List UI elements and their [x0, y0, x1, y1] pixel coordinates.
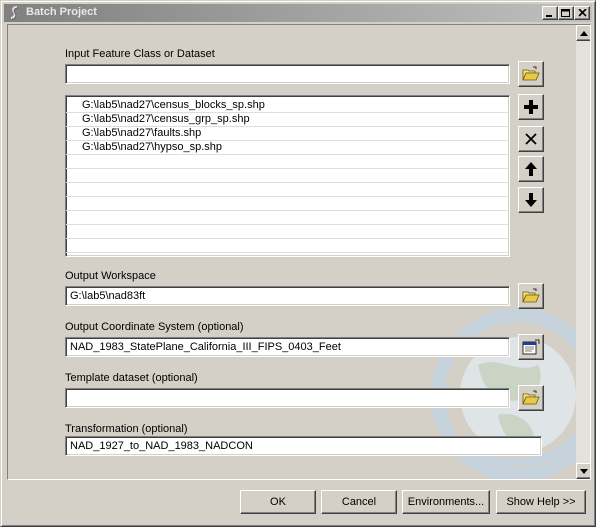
move-down-button[interactable] — [518, 187, 544, 213]
remove-item-button[interactable] — [518, 126, 544, 152]
output-workspace-field[interactable]: G:\lab5\nad83ft — [65, 286, 510, 306]
show-help-button[interactable]: Show Help >> — [496, 490, 586, 514]
list-item[interactable]: G:\lab5\nad27\census_grp_sp.shp — [66, 113, 509, 127]
list-item-empty — [66, 211, 509, 225]
maximize-icon — [561, 8, 570, 17]
output-workspace-label: Output Workspace — [65, 270, 156, 282]
minimize-button[interactable] — [542, 6, 558, 20]
move-up-icon — [525, 162, 537, 176]
template-dataset-label: Template dataset (optional) — [65, 372, 198, 384]
move-up-button[interactable] — [518, 156, 544, 182]
input-field[interactable] — [65, 64, 510, 84]
list-item-empty — [66, 197, 509, 211]
transformation-field[interactable]: NAD_1927_to_NAD_1983_NADCON — [65, 436, 542, 456]
remove-icon — [525, 133, 537, 145]
scroll-down-button[interactable] — [576, 463, 590, 479]
list-item-empty — [66, 225, 509, 239]
close-icon — [577, 9, 587, 17]
spatial-reference-properties-icon — [522, 339, 540, 355]
close-button[interactable] — [574, 6, 590, 20]
list-item-empty — [66, 183, 509, 197]
ok-button[interactable]: OK — [240, 490, 316, 514]
browse-input-button[interactable] — [518, 61, 544, 87]
batch-project-window: Batch Project Input Feature Class or Dat… — [0, 0, 596, 527]
parameters-panel: Input Feature Class or Dataset G:\lab5\n… — [7, 24, 591, 480]
list-item-empty — [66, 155, 509, 169]
list-item[interactable]: G:\lab5\nad27\hypso_sp.shp — [66, 141, 509, 155]
list-item-empty — [66, 169, 509, 183]
browse-template-button[interactable] — [518, 385, 544, 411]
browse-workspace-button[interactable] — [518, 283, 544, 309]
open-folder-icon — [522, 288, 540, 303]
list-item-empty — [66, 239, 509, 253]
input-list[interactable]: G:\lab5\nad27\census_blocks_sp.shp G:\la… — [65, 95, 510, 257]
cancel-button[interactable]: Cancel — [321, 490, 397, 514]
window-title: Batch Project — [26, 6, 97, 18]
coordinate-system-label: Output Coordinate System (optional) — [65, 321, 244, 333]
open-folder-icon — [522, 390, 540, 405]
list-item[interactable]: G:\lab5\nad27\faults.shp — [66, 127, 509, 141]
environments-button[interactable]: Environments... — [402, 490, 490, 514]
maximize-button[interactable] — [558, 6, 574, 20]
move-down-icon — [525, 193, 537, 207]
minimize-icon — [546, 15, 552, 17]
scroll-up-arrow-icon — [580, 30, 588, 36]
add-item-button[interactable] — [518, 94, 544, 120]
transformation-label: Transformation (optional) — [65, 423, 188, 435]
title-bar[interactable]: Batch Project — [4, 4, 592, 22]
input-label: Input Feature Class or Dataset — [65, 48, 215, 60]
add-icon — [524, 100, 538, 114]
vertical-scrollbar[interactable] — [576, 25, 590, 479]
scroll-down-arrow-icon — [580, 468, 588, 474]
open-folder-icon — [522, 66, 540, 81]
list-item[interactable]: G:\lab5\nad27\census_blocks_sp.shp — [66, 99, 509, 113]
scroll-up-button[interactable] — [576, 25, 590, 41]
template-dataset-field[interactable] — [65, 388, 510, 408]
spatial-reference-button[interactable] — [518, 334, 544, 360]
coordinate-system-field[interactable]: NAD_1983_StatePlane_California_III_FIPS_… — [65, 337, 510, 357]
toolbox-icon — [7, 5, 23, 21]
